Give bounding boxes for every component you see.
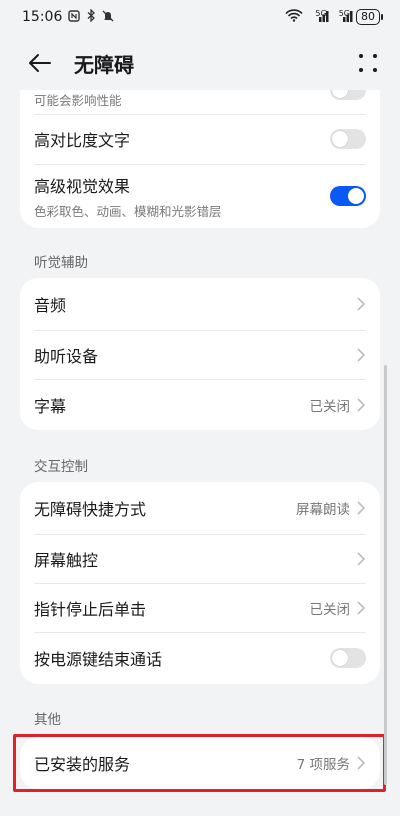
scrollbar[interactable] xyxy=(384,365,387,785)
high-contrast-label: 高对比度文字 xyxy=(34,131,131,150)
back-arrow-icon[interactable] xyxy=(28,48,58,78)
high-contrast-row[interactable]: 高对比度文字 xyxy=(20,114,380,164)
power-end-call-row[interactable]: 按电源键结束通话 xyxy=(20,632,380,684)
captions-row[interactable]: 字幕 已关闭 xyxy=(20,379,380,430)
chevron-right-icon xyxy=(357,347,366,362)
chevron-right-icon xyxy=(357,551,366,566)
shortcut-row[interactable]: 无障碍快捷方式 屏幕朗读 xyxy=(20,482,380,534)
display-settings-card: 可能会影响性能 高对比度文字 高级视觉效果 色彩取色、动画、模糊和光影错层 xyxy=(20,90,380,228)
hearing-aid-label: 助听设备 xyxy=(34,346,99,366)
chevron-right-icon xyxy=(357,600,366,615)
dwell-click-row[interactable]: 指针停止后单击 已关闭 xyxy=(20,583,380,632)
nfc-icon xyxy=(68,9,81,25)
page-title: 无障碍 xyxy=(74,52,134,77)
chevron-right-icon xyxy=(357,397,366,412)
chevron-right-icon xyxy=(357,501,366,515)
highlight-box xyxy=(13,734,386,792)
captions-value: 已关闭 xyxy=(309,398,351,415)
advanced-visual-label: 高级视觉效果 xyxy=(34,176,131,196)
touch-control-row[interactable]: 屏幕触控 xyxy=(20,534,380,583)
status-bar: 15:06 5G 5G 80 xyxy=(0,0,400,34)
shortcut-label: 无障碍快捷方式 xyxy=(34,500,147,519)
audio-label: 音频 xyxy=(34,296,67,315)
battery-icon: 80 xyxy=(356,9,383,25)
partial-toggle[interactable] xyxy=(330,90,366,100)
power-end-call-label: 按电源键结束通话 xyxy=(34,650,163,669)
more-options-icon[interactable] xyxy=(356,51,380,75)
chevron-right-icon xyxy=(357,297,366,311)
hearing-aid-row[interactable]: 助听设备 xyxy=(20,330,380,379)
status-left: 15:06 xyxy=(22,8,114,25)
touch-control-label: 屏幕触控 xyxy=(34,550,99,570)
advanced-visual-row[interactable]: 高级视觉效果 色彩取色、动画、模糊和光影错层 xyxy=(20,164,380,228)
advanced-visual-text: 高级视觉效果 色彩取色、动画、模糊和光影错层 xyxy=(34,173,330,220)
bluetooth-icon xyxy=(86,8,96,25)
partial-description: 可能会影响性能 xyxy=(34,93,122,108)
hearing-card: 音频 助听设备 字幕 已关闭 xyxy=(20,278,380,430)
app-bar: 无障碍 xyxy=(0,40,400,86)
status-right: 5G 5G 80 xyxy=(285,8,383,25)
advanced-visual-toggle[interactable] xyxy=(330,186,366,206)
hearing-section-title: 听觉辅助 xyxy=(34,255,88,271)
dwell-click-label: 指针停止后单击 xyxy=(34,599,147,619)
audio-row[interactable]: 音频 xyxy=(20,278,380,330)
captions-label: 字幕 xyxy=(34,396,67,416)
wifi-icon xyxy=(285,9,303,25)
signal-label-1: 5G xyxy=(315,8,327,18)
status-time: 15:06 xyxy=(22,9,63,25)
interaction-card: 无障碍快捷方式 屏幕朗读 屏幕触控 指针停止后单击 已关闭 按电源键结束通话 xyxy=(20,482,380,684)
advanced-visual-sub: 色彩取色、动画、模糊和光影错层 xyxy=(34,203,222,219)
shortcut-value: 屏幕朗读 xyxy=(296,502,350,518)
mute-icon xyxy=(102,10,114,25)
power-end-call-toggle[interactable] xyxy=(330,648,366,668)
dwell-click-value: 已关闭 xyxy=(309,601,351,618)
high-contrast-toggle[interactable] xyxy=(330,129,366,149)
interaction-section-title: 交互控制 xyxy=(34,459,88,475)
signal-label-2: 5G xyxy=(338,8,350,18)
other-section-title: 其他 xyxy=(34,712,61,728)
row-partial: 可能会影响性能 xyxy=(20,90,380,114)
